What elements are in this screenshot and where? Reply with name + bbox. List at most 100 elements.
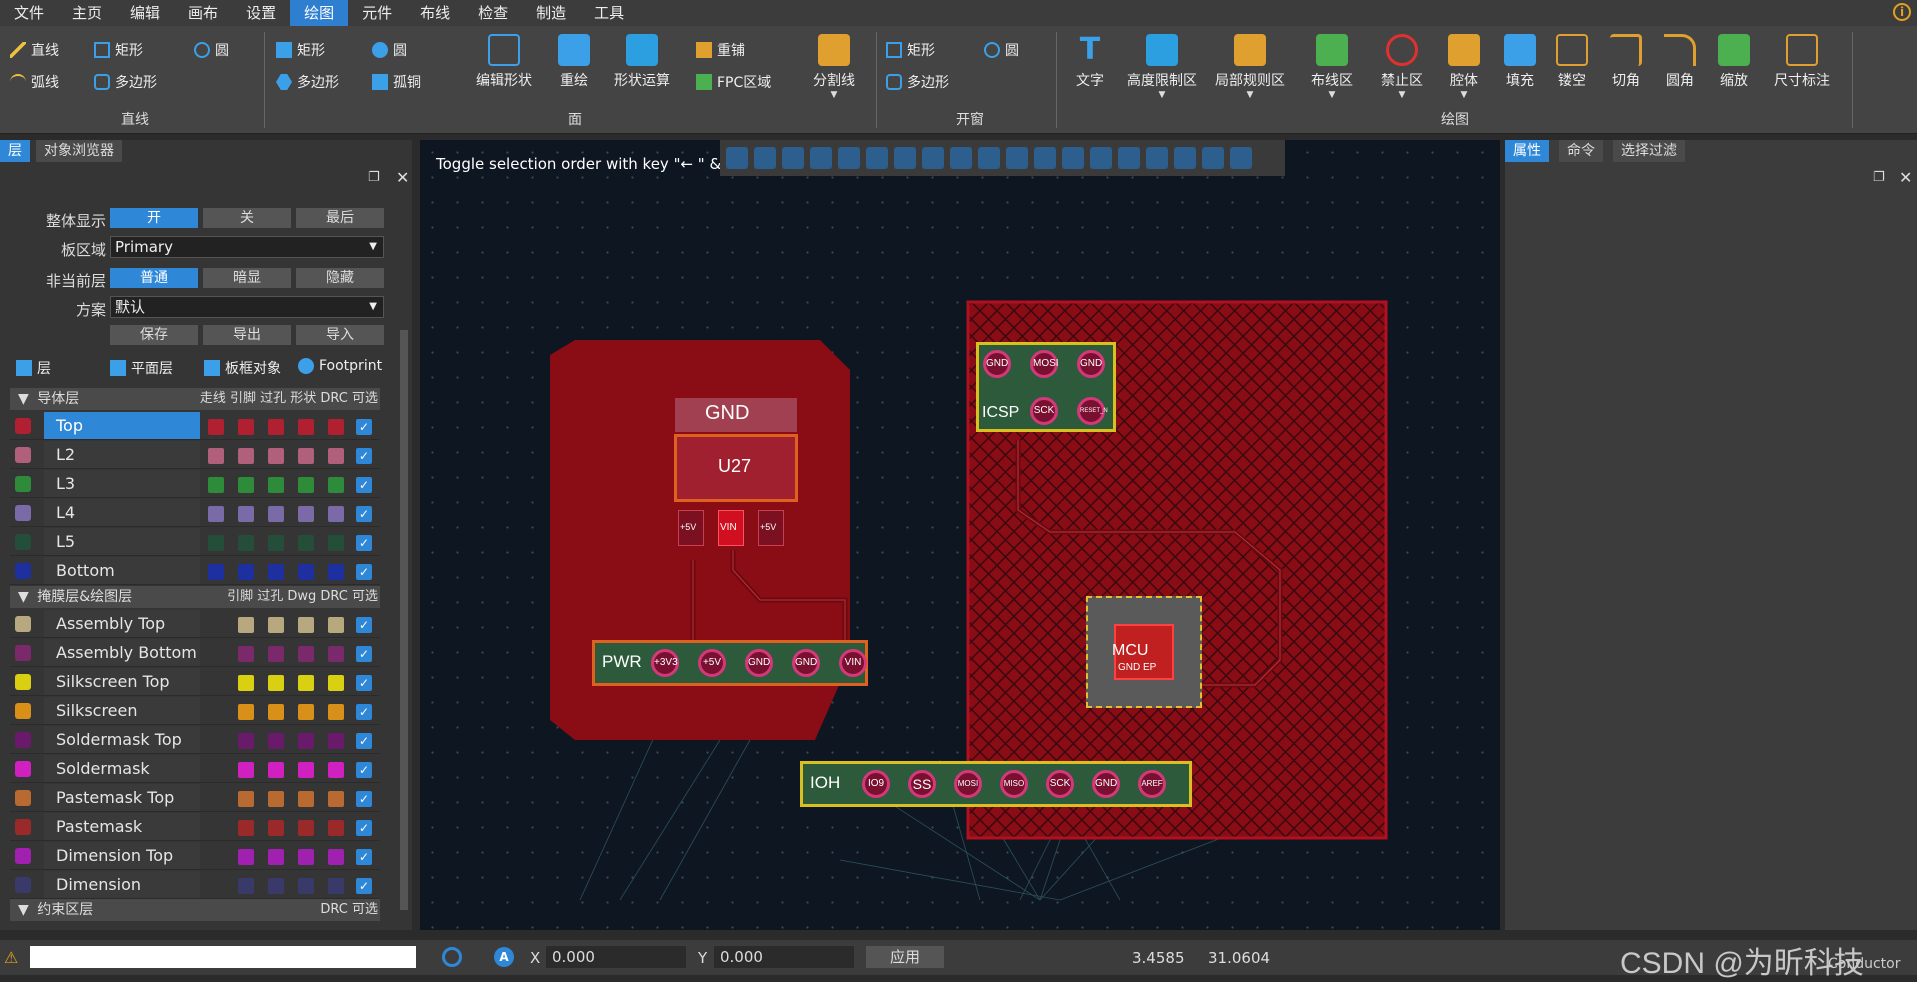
layer-visibility-toggle[interactable]: [268, 820, 284, 836]
layer-row[interactable]: Soldermask Top ✓: [10, 726, 380, 754]
selectable-checkbox[interactable]: ✓: [356, 878, 372, 894]
layer-visibility-toggle[interactable]: [298, 791, 314, 807]
layer-stack-icon[interactable]: [894, 147, 916, 169]
layer-visibility-toggle[interactable]: [298, 675, 314, 691]
tab-properties[interactable]: 属性: [1505, 140, 1549, 162]
layer-visibility-toggle[interactable]: [298, 448, 314, 464]
board-region-select[interactable]: Primary ▼: [110, 236, 384, 258]
layer-color-swatch[interactable]: [15, 790, 31, 806]
layer-visibility-toggle[interactable]: [268, 617, 284, 633]
layer-row[interactable]: Silkscreen Top ✓: [10, 668, 380, 696]
layer-visibility-toggle[interactable]: [328, 419, 344, 435]
terminal-icon[interactable]: [1230, 147, 1252, 169]
arc-button[interactable]: 弧线: [10, 72, 59, 92]
fill-polygon-button[interactable]: 多边形: [276, 72, 339, 92]
layer-row[interactable]: Dimension Bottom ✓: [10, 871, 380, 921]
selectable-checkbox[interactable]: ✓: [356, 849, 372, 865]
subtab-layers[interactable]: 层: [16, 358, 51, 378]
subtab-footprint[interactable]: Footprint: [298, 358, 382, 374]
export-button[interactable]: 导出: [203, 325, 291, 345]
layer-visibility-toggle[interactable]: [238, 704, 254, 720]
layer-visibility-toggle[interactable]: [268, 506, 284, 522]
overall-last-button[interactable]: 最后: [296, 208, 384, 228]
non-current-dim-button[interactable]: 暗显: [203, 268, 291, 288]
selectable-checkbox[interactable]: ✓: [356, 448, 372, 464]
apply-button[interactable]: 应用: [866, 946, 944, 968]
overall-off-button[interactable]: 关: [203, 208, 291, 228]
hierarchy-icon[interactable]: [1146, 147, 1168, 169]
close-icon[interactable]: ✕: [1899, 168, 1912, 187]
pwr-pin-1[interactable]: +3V3: [651, 649, 679, 677]
layer-visibility-toggle[interactable]: [238, 419, 254, 435]
layer-visibility-toggle[interactable]: [298, 506, 314, 522]
menu-check[interactable]: 检查: [464, 0, 522, 26]
component-icon[interactable]: [1006, 147, 1028, 169]
layer-color-swatch[interactable]: [15, 761, 31, 777]
layer-visibility-toggle[interactable]: [208, 477, 224, 493]
layer-color-swatch[interactable]: [15, 848, 31, 864]
menu-edit[interactable]: 编辑: [116, 0, 174, 26]
layer-row[interactable]: Assembly Bottom ✓: [10, 639, 380, 667]
constraint-section-header[interactable]: ▼ 约束区层 DRC 可选: [10, 899, 380, 921]
layer-visibility-toggle[interactable]: [268, 791, 284, 807]
window-circle-button[interactable]: 圆: [984, 40, 1019, 60]
selectable-checkbox[interactable]: ✓: [356, 646, 372, 662]
layer-visibility-toggle[interactable]: [298, 762, 314, 778]
layer-color-swatch[interactable]: [15, 819, 31, 835]
layer-visibility-toggle[interactable]: [328, 506, 344, 522]
zoom-select-icon[interactable]: [754, 147, 776, 169]
layer-row[interactable]: L4 ✓: [10, 499, 380, 527]
layer-visibility-toggle[interactable]: [238, 733, 254, 749]
layer-visibility-toggle[interactable]: [268, 535, 284, 551]
chip-icon[interactable]: [950, 147, 972, 169]
layer-visibility-toggle[interactable]: [238, 506, 254, 522]
ioh-header[interactable]: [800, 761, 1192, 807]
layer-visibility-toggle[interactable]: [328, 617, 344, 633]
layer-visibility-toggle[interactable]: [298, 419, 314, 435]
non-current-hide-button[interactable]: 隐藏: [296, 268, 384, 288]
layer-visibility-toggle[interactable]: [208, 448, 224, 464]
icsp-pin-3[interactable]: GND: [1077, 350, 1105, 378]
table-icon[interactable]: [838, 147, 860, 169]
info-icon[interactable]: i: [1893, 3, 1911, 21]
height-limit-button[interactable]: 高度限制区 ▼: [1120, 34, 1204, 100]
layer-visibility-toggle[interactable]: [238, 675, 254, 691]
conductor-section-header[interactable]: ▼ 导体层 走线 引脚 过孔 形状 DRC 可选: [10, 388, 380, 410]
ioh-pin-6[interactable]: GND: [1092, 770, 1120, 798]
redraw-button[interactable]: 重绘: [538, 34, 610, 90]
layer-visibility-toggle[interactable]: [328, 820, 344, 836]
line-circle-button[interactable]: 圆: [194, 40, 229, 60]
filter-icon[interactable]: [1118, 147, 1140, 169]
dimension-button[interactable]: 尺寸标注: [1760, 34, 1844, 90]
layer-color-swatch[interactable]: [15, 645, 31, 661]
layer-visibility-toggle[interactable]: [298, 820, 314, 836]
routing-area-button[interactable]: 布线区 ▼: [1296, 34, 1368, 100]
selectable-checkbox[interactable]: ✓: [356, 762, 372, 778]
layer-visibility-toggle[interactable]: [268, 733, 284, 749]
layer-visibility-toggle[interactable]: [268, 704, 284, 720]
layer-color-swatch[interactable]: [15, 476, 31, 492]
layer-visibility-toggle[interactable]: [238, 646, 254, 662]
x-field[interactable]: 0.000: [546, 946, 686, 968]
layer-visibility-toggle[interactable]: [238, 849, 254, 865]
menu-canvas[interactable]: 画布: [174, 0, 232, 26]
layer-color-swatch[interactable]: [15, 732, 31, 748]
layer-visibility-toggle[interactable]: [328, 646, 344, 662]
layer-row[interactable]: L5 ✓: [10, 528, 380, 556]
icsp-pin-4[interactable]: SCK: [1030, 397, 1058, 425]
layer-row[interactable]: Top ✓: [10, 412, 380, 440]
layer-visibility-toggle[interactable]: [238, 617, 254, 633]
menu-draw[interactable]: 绘图: [290, 0, 349, 26]
net-icon[interactable]: [1090, 147, 1112, 169]
layer-visibility-toggle[interactable]: [208, 535, 224, 551]
pwr-pin-4[interactable]: GND: [792, 649, 820, 677]
layer-visibility-toggle[interactable]: [208, 506, 224, 522]
menu-manufacture[interactable]: 制造: [522, 0, 580, 26]
selectable-checkbox[interactable]: ✓: [356, 535, 372, 551]
menu-home[interactable]: 主页: [58, 0, 116, 26]
layer-row[interactable]: Pastemask Top ✓: [10, 784, 380, 812]
subtab-plane-layers[interactable]: 平面层: [110, 358, 173, 378]
layer-visibility-toggle[interactable]: [298, 646, 314, 662]
ioh-pin-5[interactable]: SCK: [1046, 770, 1074, 798]
menu-settings[interactable]: 设置: [232, 0, 290, 26]
